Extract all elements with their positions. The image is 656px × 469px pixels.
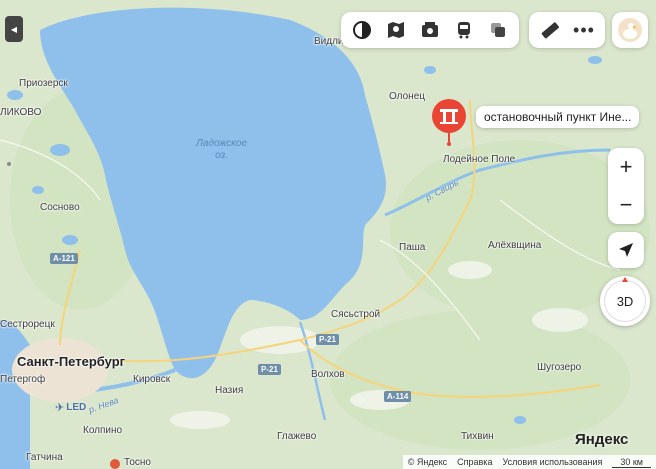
tools-toolbar: ••• (529, 12, 605, 48)
location-pin[interactable] (431, 98, 467, 146)
place-lodeynoe-pole: Лодейное Поле (443, 154, 516, 165)
stack-icon[interactable] (481, 13, 515, 47)
road-shield-r21: Р-21 (316, 334, 339, 345)
place-sestroretsk: Сестрорецк (0, 319, 55, 330)
zoom-controls: + − (608, 148, 644, 224)
layers-icon[interactable] (345, 13, 379, 47)
airplane-icon: ✈ (55, 402, 65, 414)
help-link[interactable]: Справка (457, 456, 492, 468)
user-avatar[interactable] (612, 12, 648, 48)
place-saint-petersburg: Санкт-Петербург (17, 354, 126, 369)
place-glazhevo: Глажево (277, 431, 317, 442)
place-pasha: Паша (399, 242, 426, 253)
ruler-icon[interactable] (533, 13, 567, 47)
chevron-left-icon: ◀ (10, 24, 18, 34)
place-sosnovo: Сосново (40, 202, 80, 213)
panorama-icon[interactable] (413, 13, 447, 47)
map-canvas[interactable] (0, 0, 656, 469)
terms-link[interactable]: Условия использования (502, 456, 602, 468)
copyright-link[interactable]: © Яндекс (408, 456, 447, 468)
place-alekhovshchina: Алёхвщина (488, 240, 542, 251)
compass-3d-button[interactable]: 3D (600, 276, 650, 326)
road-shield-r21-west: Р-21 (258, 364, 281, 375)
zoom-out-button[interactable]: − (608, 186, 644, 224)
road-shield-a114: А-114 (384, 391, 412, 402)
compass-north-icon (622, 277, 628, 282)
place-kiikovo: ЛИКОВО (0, 107, 42, 118)
sidebar-toggle-button[interactable]: ◀ (5, 16, 23, 42)
map-book-icon[interactable] (379, 13, 413, 47)
lake-ladoga-label: Ладожское оз. (196, 138, 248, 161)
place-nazia: Назия (215, 385, 244, 396)
scale-bar: 30 км (612, 456, 651, 468)
place-olonets: Олонец (389, 91, 425, 102)
yandex-logo[interactable]: Яндекс (575, 431, 628, 448)
place-peterhof: Петергоф (0, 374, 46, 385)
goose-avatar-icon (618, 18, 642, 42)
place-kolpino: Колпино (83, 425, 123, 436)
place-kirovsk: Кировск (133, 374, 171, 385)
my-location-button[interactable] (608, 232, 644, 268)
place-syasstroy: Сясьстрой (331, 309, 381, 320)
place-tosno: Тосно (124, 457, 151, 468)
compass-ring (604, 280, 646, 322)
map-footer: © Яндекс Справка Условия использования 3… (402, 455, 656, 469)
more-icon[interactable]: ••• (567, 13, 601, 47)
place-tikhvin: Тихвин (461, 431, 494, 442)
poi-marker-icon[interactable] (110, 459, 120, 469)
place-priozersk: Приозерск (19, 78, 68, 89)
place-shugozero: Шугозеро (537, 362, 582, 373)
transit-icon[interactable] (447, 13, 481, 47)
airport-label: LED (66, 402, 87, 413)
road-shield-a121: А-121 (50, 253, 78, 264)
place-volkhov: Волхов (311, 369, 345, 380)
layers-toolbar (341, 12, 519, 48)
navigation-arrow-icon (619, 243, 633, 257)
zoom-in-button[interactable]: + (608, 148, 644, 186)
place-gatchina: Гатчина (26, 452, 63, 463)
pin-label[interactable]: остановочный пункт Ине... (476, 106, 640, 128)
airport-marker[interactable]: ✈ LED (55, 401, 86, 414)
